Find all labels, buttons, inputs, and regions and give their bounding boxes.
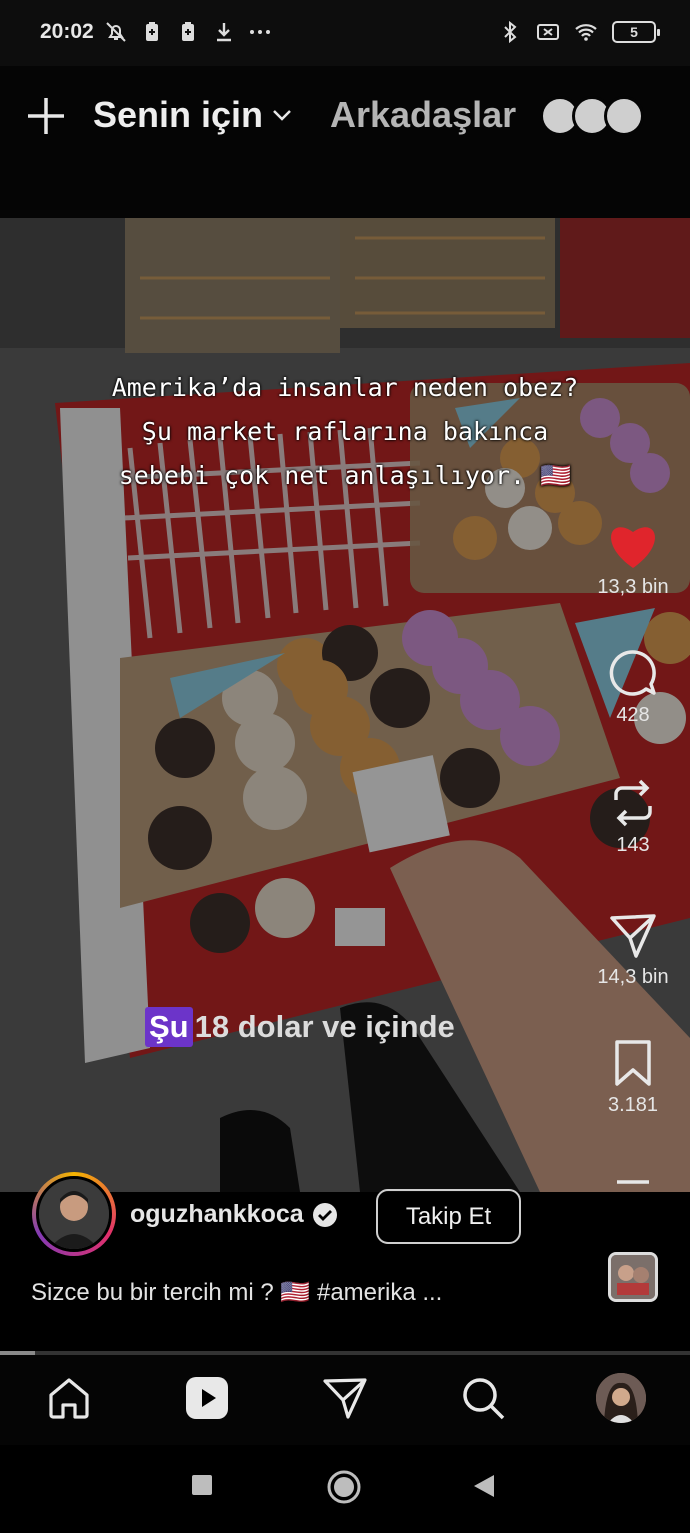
tab-friends[interactable]: Arkadaşlar	[330, 94, 516, 136]
bookmark-icon	[615, 1040, 651, 1086]
audio-thumbnail[interactable]	[608, 1252, 658, 1302]
heart-icon	[611, 527, 655, 568]
author-username: oguzhankkoca	[130, 1200, 304, 1228]
send-icon	[610, 914, 656, 958]
send-icon	[323, 1378, 367, 1419]
battery-saver-icon	[146, 22, 158, 41]
video-caption-top: Amerika’da insanlar neden obez? Şu marke…	[111, 373, 579, 490]
video-caption-bottom: Şu 18 dolar ve içinde	[145, 1002, 455, 1052]
caption-highlight: Şu	[145, 1007, 193, 1047]
nav-search[interactable]	[460, 1375, 506, 1421]
no-sim-icon	[537, 24, 559, 40]
caption-rest: 18 dolar ve içinde	[194, 1009, 455, 1044]
battery-saver-icon	[182, 22, 194, 41]
like-button[interactable]: 13,3 bin	[583, 520, 683, 599]
repost-icon	[614, 779, 652, 827]
bottom-nav	[0, 1355, 690, 1445]
bluetooth-icon	[504, 20, 517, 44]
more-dots-icon	[250, 30, 270, 34]
battery-indicator: 5	[612, 21, 660, 43]
save-button[interactable]: 3.181	[583, 1038, 683, 1117]
profile-avatar-image	[596, 1373, 646, 1423]
like-count: 13,3 bin	[597, 576, 669, 598]
system-nav-bar	[0, 1445, 690, 1533]
author-area: oguzhankkoca Takip Et Sizce bu bir terci…	[0, 1172, 690, 1352]
top-nav: Senin için Arkadaşlar	[0, 66, 690, 218]
plus-icon[interactable]	[26, 96, 66, 136]
verified-badge-icon	[312, 1202, 337, 1227]
repost-button[interactable]: 143	[583, 778, 683, 857]
friend-avatar	[604, 96, 644, 136]
nav-profile-avatar[interactable]	[596, 1373, 646, 1423]
author-name[interactable]: oguzhankkoca	[130, 1200, 338, 1229]
status-left-icons	[104, 20, 272, 44]
wifi-icon	[575, 24, 597, 41]
mute-bell-icon	[106, 22, 126, 42]
nav-home[interactable]	[46, 1375, 92, 1421]
share-count: 14,3 bin	[597, 966, 669, 988]
comment-count: 428	[616, 704, 650, 726]
battery-level: 5	[630, 24, 638, 40]
tab-friends-label: Arkadaşlar	[330, 94, 517, 135]
home-icon	[49, 1378, 89, 1419]
back-icon[interactable]	[472, 1473, 496, 1499]
tab-for-you[interactable]: Senin için	[93, 94, 293, 136]
comment-button[interactable]: 428	[583, 648, 683, 727]
post-caption[interactable]: Sizce bu bir tercih mi ? 🇺🇸 #amerika ...	[31, 1278, 442, 1307]
home-circle-icon[interactable]	[326, 1469, 362, 1505]
friends-avatars[interactable]	[540, 96, 644, 136]
follow-button[interactable]: Takip Et	[376, 1189, 521, 1244]
save-count: 3.181	[607, 1094, 659, 1116]
search-icon	[463, 1378, 505, 1420]
share-button[interactable]: 14,3 bin	[583, 910, 683, 989]
nav-reels[interactable]	[184, 1375, 230, 1421]
reels-icon	[186, 1377, 228, 1419]
status-right-icons: 5	[498, 20, 660, 44]
download-icon	[217, 23, 231, 42]
status-time: 20:02	[40, 20, 94, 43]
author-avatar[interactable]	[32, 1172, 116, 1256]
nav-direct[interactable]	[322, 1375, 368, 1421]
comment-icon	[609, 650, 656, 696]
recent-apps-icon[interactable]	[190, 1473, 214, 1497]
tab-for-you-label: Senin için	[93, 94, 264, 135]
author-avatar-image	[39, 1179, 109, 1249]
status-bar: 20:02 5	[0, 0, 690, 66]
chevron-down-icon	[273, 110, 291, 121]
repost-count: 143	[616, 834, 650, 856]
audio-thumbnail-image	[611, 1255, 655, 1299]
